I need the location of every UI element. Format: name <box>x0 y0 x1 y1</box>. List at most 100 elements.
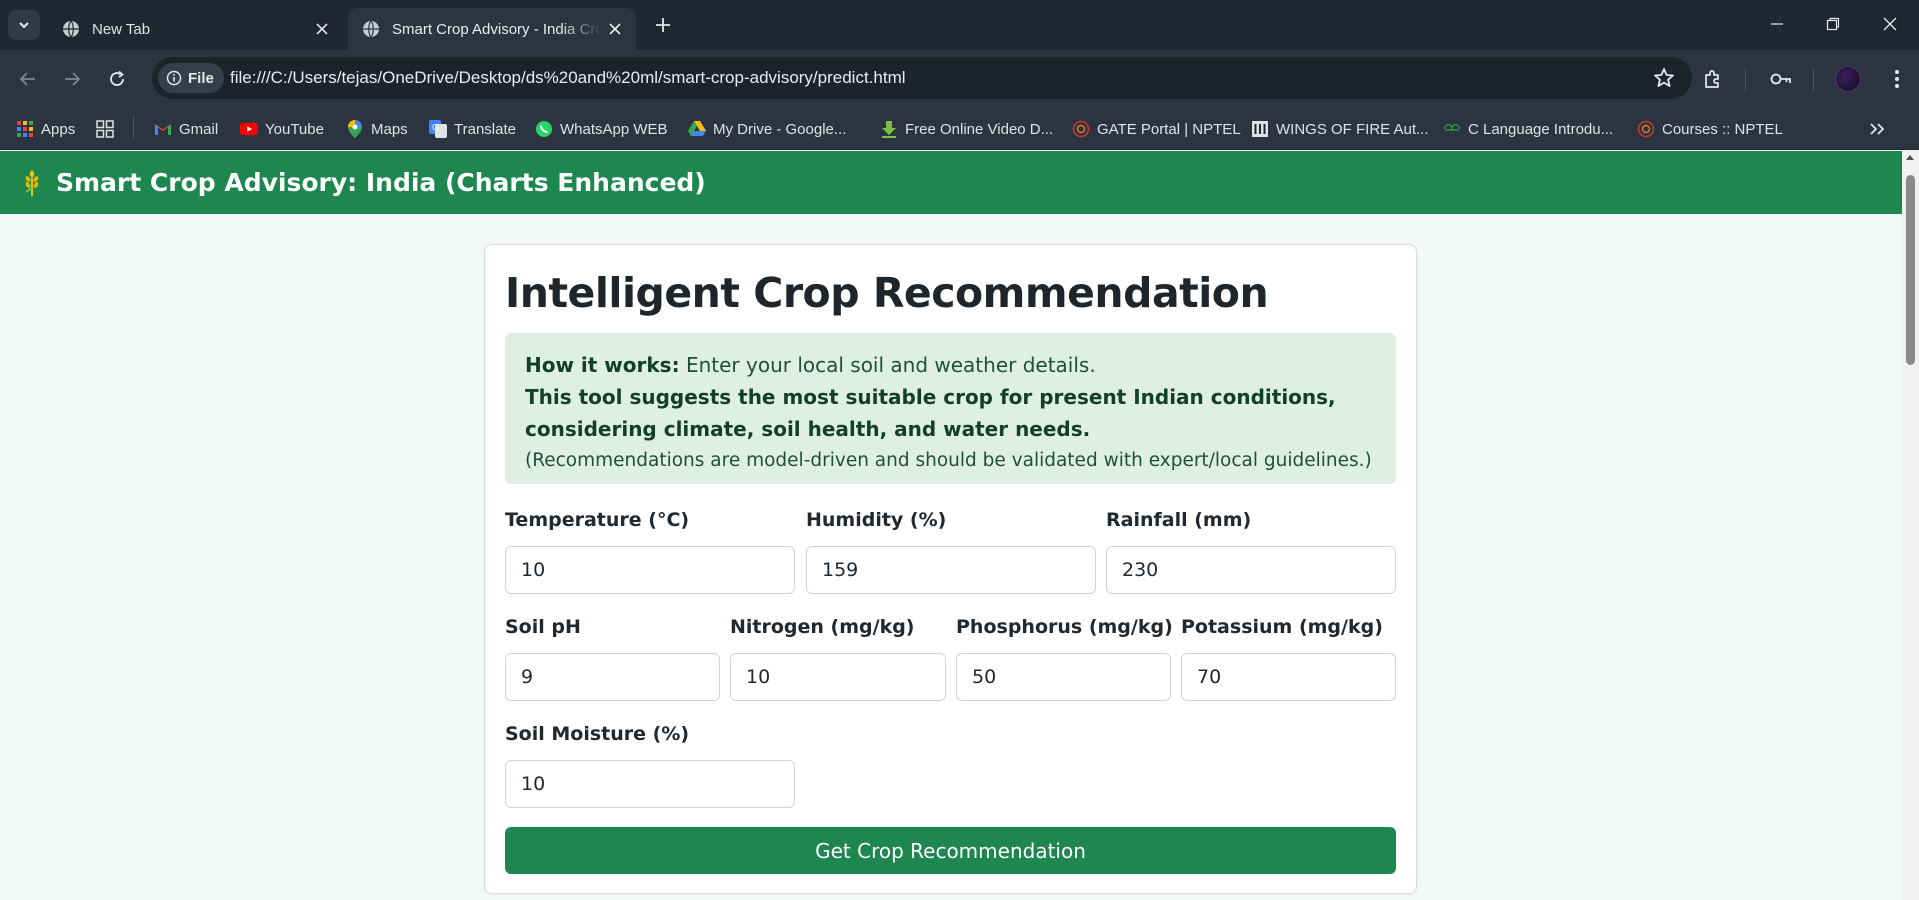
chevron-double-right-icon <box>1870 123 1885 135</box>
scroll-thumb[interactable] <box>1906 175 1915 365</box>
bookmark-maps[interactable]: Maps <box>346 117 408 141</box>
apps-grid-icon <box>16 120 34 138</box>
wheat-icon <box>25 170 39 196</box>
bookmark-gmail[interactable]: Gmail <box>154 117 218 141</box>
close-icon[interactable] <box>309 16 335 42</box>
potassium-input[interactable] <box>1181 653 1396 701</box>
bookmark-translate[interactable]: G Translate <box>429 117 516 141</box>
soil-ph-input[interactable] <box>505 653 720 701</box>
toolbar-separator <box>1745 69 1746 91</box>
bookmark-video-downloader[interactable]: Free Online Video D... <box>880 117 1053 141</box>
soil-moisture-input[interactable] <box>505 760 795 808</box>
new-tab-button[interactable] <box>650 12 676 38</box>
soil-moisture-label: Soil Moisture (%) <box>505 723 690 745</box>
bookmark-label: GATE Portal | NPTEL <box>1097 120 1241 138</box>
bookmark-label: Courses :: NPTEL <box>1662 120 1783 138</box>
download-icon <box>880 120 898 138</box>
address-bar[interactable]: File file:///C:/Users/tejas/OneDrive/Des… <box>152 57 1692 99</box>
bookmark-whatsapp[interactable]: WhatsApp WEB <box>535 117 668 141</box>
bookmark-c-language[interactable]: C Language Introdu... <box>1443 117 1613 141</box>
bookmark-youtube[interactable]: YouTube <box>240 117 324 141</box>
app-title: Smart Crop Advisory: India (Charts Enhan… <box>56 168 706 197</box>
page-title: Intelligent Crop Recommendation <box>505 269 1269 317</box>
globe-icon <box>63 20 79 38</box>
forward-button[interactable] <box>57 64 87 94</box>
svg-text:G: G <box>432 123 438 132</box>
back-icon <box>19 72 35 86</box>
bookmark-label: Gmail <box>179 120 219 138</box>
browser-toolbar: File file:///C:/Users/tejas/OneDrive/Des… <box>0 50 1919 108</box>
forward-icon <box>65 72 81 86</box>
tool-summary-text: This tool suggests the most suitable cro… <box>525 385 1336 441</box>
reload-button[interactable] <box>102 64 132 94</box>
bookmark-apps[interactable]: Apps <box>16 117 75 141</box>
reload-icon <box>110 70 124 86</box>
bookmark-wings-of-fire[interactable]: WINGS OF FIRE Aut... <box>1251 117 1429 141</box>
tab-smart-crop[interactable]: Smart Crop Advisory - India Crop Recomme… <box>348 8 636 50</box>
close-icon <box>1883 17 1897 31</box>
rainfall-input[interactable] <box>1106 546 1396 594</box>
how-it-works-line: How it works: Enter your local soil and … <box>525 349 1376 381</box>
password-manager-button[interactable] <box>1766 64 1796 94</box>
recommendation-card: Intelligent Crop Recommendation How it w… <box>484 244 1417 894</box>
bookmark-label: Free Online Video D... <box>905 120 1054 138</box>
potassium-label: Potassium (mg/kg) <box>1181 616 1383 638</box>
restore-button[interactable] <box>1811 8 1855 40</box>
temperature-input[interactable] <box>505 546 795 594</box>
bookmark-label: C Language Introdu... <box>1468 120 1614 138</box>
bookmark-label: WhatsApp WEB <box>560 120 668 138</box>
close-icon[interactable] <box>602 16 628 42</box>
close-window-button[interactable] <box>1868 8 1912 40</box>
chevron-down-icon <box>19 22 29 29</box>
tab-search-button[interactable] <box>8 10 40 40</box>
extensions-icon <box>1705 70 1719 88</box>
tab-new-tab[interactable]: New Tab <box>48 8 343 50</box>
profile-avatar[interactable] <box>1835 66 1861 92</box>
star-icon[interactable] <box>1652 66 1676 90</box>
how-it-works-text: Enter your local soil and weather detail… <box>679 353 1096 377</box>
bookmarks-overflow-button[interactable] <box>1865 117 1889 141</box>
bookmark-courses-nptel[interactable]: Courses :: NPTEL <box>1637 117 1783 141</box>
bookmark-label: WINGS OF FIRE Aut... <box>1276 120 1429 138</box>
tab-strip: New Tab Smart Crop Advisory - India Crop… <box>0 0 1919 50</box>
minimize-button[interactable] <box>1755 8 1799 40</box>
bookmark-label: Apps <box>41 120 76 138</box>
bookmarks-bar: Apps Gmail YouTube Maps G Translate What… <box>0 108 1919 150</box>
site-chip-label: File <box>188 69 214 87</box>
plus-icon <box>656 18 670 32</box>
humidity-label: Humidity (%) <box>806 509 947 531</box>
info-icon <box>166 70 182 86</box>
toolbar-separator <box>1813 69 1814 91</box>
password-key-icon <box>1770 73 1791 85</box>
nitrogen-input[interactable] <box>730 653 946 701</box>
url-text[interactable]: file:///C:/Users/tejas/OneDrive/Desktop/… <box>230 68 906 88</box>
soil-ph-label: Soil pH <box>505 616 581 638</box>
youtube-icon <box>240 120 258 138</box>
extensions-button[interactable] <box>1698 64 1728 94</box>
nitrogen-label: Nitrogen (mg/kg) <box>730 616 915 638</box>
more-vert-icon <box>1895 70 1899 88</box>
restore-icon <box>1826 17 1840 31</box>
bookmark-my-drive[interactable]: My Drive - Google... <box>688 117 846 141</box>
humidity-input[interactable] <box>806 546 1096 594</box>
menu-button[interactable] <box>1882 64 1912 94</box>
whatsapp-icon <box>535 120 553 138</box>
nptel-icon <box>1072 120 1090 138</box>
site-info-chip[interactable]: File <box>158 63 224 93</box>
gfg-icon <box>1443 120 1461 138</box>
bookmark-label: Translate <box>454 120 516 138</box>
tab-title: New Tab <box>92 20 151 38</box>
phosphorus-input[interactable] <box>956 653 1171 701</box>
bookmark-gate-portal[interactable]: GATE Portal | NPTEL <box>1072 117 1241 141</box>
bookmark-grid[interactable] <box>96 117 121 141</box>
bookmark-label: YouTube <box>265 120 324 138</box>
translate-icon: G <box>429 120 447 138</box>
page-scrollbar[interactable] <box>1902 151 1919 900</box>
temperature-label: Temperature (°C) <box>505 509 690 531</box>
scroll-up-arrow[interactable] <box>1906 155 1914 160</box>
how-it-works-box: How it works: Enter your local soil and … <box>505 333 1396 484</box>
back-button[interactable] <box>13 64 43 94</box>
get-recommendation-button[interactable]: Get Crop Recommendation <box>505 827 1396 874</box>
minimize-icon <box>1771 23 1783 25</box>
gmail-icon <box>154 120 172 138</box>
